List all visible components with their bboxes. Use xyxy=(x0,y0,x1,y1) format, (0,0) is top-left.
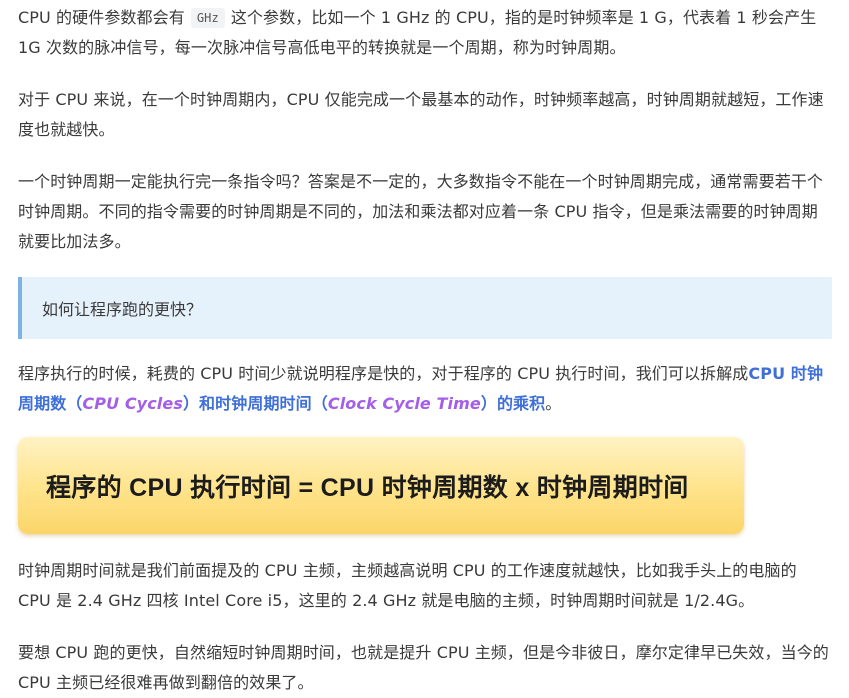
inline-code-ghz: GHz xyxy=(190,8,225,28)
paragraph-text: CPU 的硬件参数都会有 xyxy=(18,8,185,27)
formula-image: 程序的 CPU 执行时间 = CPU 时钟周期数 x 时钟周期时间 xyxy=(18,437,744,534)
highlight-clock-cycle-time-term: Clock Cycle Time xyxy=(327,394,481,413)
paragraph-text: 。 xyxy=(545,394,562,413)
paragraph-clock-frequency-example: 时钟周期时间就是我们前面提及的 CPU 主频，主频越高说明 CPU 的工作速度就… xyxy=(18,561,797,610)
blockquote-text: 如何让程序跑的更快？ xyxy=(42,300,203,319)
highlight-product: ）的乘积 xyxy=(480,394,546,413)
highlight-cpu-cycles-term: CPU Cycles xyxy=(82,394,183,413)
paragraph-moores-law: 要想 CPU 跑的更快，自然缩短时钟周期时间，也就是提升 CPU 主频，但是今非… xyxy=(18,643,829,692)
formula-text: 程序的 CPU 执行时间 = CPU 时钟周期数 x 时钟周期时间 xyxy=(46,473,689,502)
blockquote-question: 如何让程序跑的更快？ xyxy=(18,277,832,339)
paragraph-cpu-time: 程序执行的时候，耗费的 CPU 时间少就说明程序是快的，对于程序的 CPU 执行… xyxy=(18,359,831,419)
paragraph-instruction-cycles: 一个时钟周期一定能执行完一条指令吗？答案是不一定的，大多数指令不能在一个时钟周期… xyxy=(18,172,824,251)
paragraph-text: 程序执行的时候，耗费的 CPU 时间少就说明程序是快的，对于程序的 CPU 执行… xyxy=(18,364,749,383)
article-content: CPU 的硬件参数都会有 GHz 这个参数，比如一个 1 GHz 的 CPU，指的是… xyxy=(0,0,849,692)
highlight-clock-cycle-time-label: ）和时钟周期时间（ xyxy=(182,394,328,413)
paragraph-clock-cycle: 对于 CPU 来说，在一个时钟周期内，CPU 仅能完成一个最基本的动作，时钟频率… xyxy=(18,90,824,139)
paragraph-clock-frequency: CPU 的硬件参数都会有 GHz 这个参数，比如一个 1 GHz 的 CPU，指的是… xyxy=(18,0,831,63)
